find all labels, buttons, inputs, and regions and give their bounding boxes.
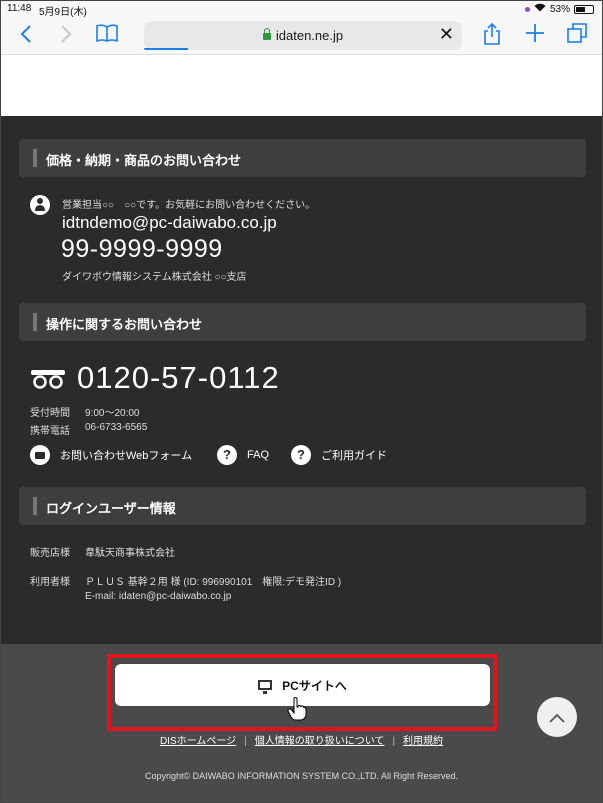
chevron-up-icon — [549, 713, 565, 723]
webform-link[interactable]: お問い合わせWebフォーム — [30, 445, 192, 465]
tabs-icon[interactable] — [564, 23, 590, 49]
close-icon[interactable]: ✕ — [439, 24, 454, 45]
user-email: E-mail: idaten@pc-daiwabo.co.jp — [85, 591, 232, 602]
lock-icon — [262, 28, 271, 40]
forward-icon[interactable] — [53, 23, 79, 49]
sales-phone[interactable]: 99-9999-9999 — [61, 235, 223, 264]
status-right: 53% — [524, 3, 594, 15]
status-bar: 11:48 5月9日(木) 53% — [1, 1, 602, 18]
status-date: 5月9日(木) — [39, 7, 87, 18]
copyright: Copyright© DAIWABO INFORMATION SYSTEM CO… — [144, 771, 459, 781]
footer-separator: | — [392, 736, 396, 747]
section-title: ログインユーザー情報 — [46, 501, 176, 516]
question-icon: ? — [291, 445, 311, 465]
toll-free-number[interactable]: 0120-57-0112 — [77, 360, 280, 396]
hand-cursor-icon — [287, 696, 307, 727]
browser-toolbar: idaten.ne.jp ✕ — [1, 17, 602, 55]
question-icon: ? — [217, 445, 237, 465]
section-heading-login-user: ログインユーザー情報 — [19, 487, 586, 525]
status-time: 11:48 — [7, 3, 32, 14]
sales-email[interactable]: idtndemo@pc-daiwabo.co.jp — [62, 213, 277, 233]
hours-label: 受付時間 — [30, 408, 70, 419]
user-label: 利用者様 — [30, 577, 70, 588]
section-title: 価格・納期・商品のお問い合わせ — [46, 153, 242, 168]
section-heading-price: 価格・納期・商品のお問い合わせ — [19, 139, 586, 177]
back-icon[interactable] — [13, 23, 39, 49]
heading-bar — [33, 313, 37, 331]
freedial-icon — [30, 369, 66, 389]
footer-separator: | — [244, 736, 247, 747]
mobile-label: 携帯電話 — [30, 426, 70, 437]
battery-icon — [574, 4, 594, 14]
guide-label: ご利用ガイド — [321, 450, 387, 462]
mobile-value[interactable]: 06-6733-6565 — [85, 422, 147, 433]
footer-link-terms[interactable]: 利用規約 — [403, 736, 443, 747]
contact-info-area: 価格・納期・商品のお問い合わせ 営業担当○○ ○○です。お気軽にお問い合わせくだ… — [1, 116, 602, 644]
faq-label: FAQ — [247, 449, 270, 461]
sales-note: 営業担当○○ ○○です。お気軽にお問い合わせください。 — [62, 200, 316, 211]
page-top-button[interactable] — [537, 697, 577, 737]
page-top-whitespace — [1, 56, 602, 116]
footer-link-dis-home[interactable]: DISホームページ — [160, 736, 236, 747]
faq-link[interactable]: ? FAQ — [217, 445, 269, 465]
address-url: idaten.ne.jp — [144, 28, 462, 43]
bookmarks-icon[interactable] — [94, 23, 120, 49]
share-icon[interactable] — [479, 22, 505, 49]
footer-links: DISホームページ | 個人情報の取り扱いについて | 利用規約 — [1, 732, 602, 747]
heading-bar — [33, 497, 37, 515]
load-progress-bar — [144, 48, 188, 50]
shop-value: 韋駄天商事株式会社 — [85, 548, 175, 559]
heading-bar — [33, 149, 37, 167]
battery-percent: 53% — [549, 3, 570, 15]
location-icon — [524, 6, 530, 12]
shop-label: 販売店様 — [30, 548, 70, 559]
address-bar[interactable]: idaten.ne.jp ✕ — [144, 21, 462, 50]
person-icon — [30, 195, 50, 215]
guide-link[interactable]: ? ご利用ガイド — [291, 445, 387, 465]
url-text: idaten.ne.jp — [275, 28, 344, 43]
sales-company: ダイワボウ情報システム株式会社 ○○支店 — [62, 272, 247, 283]
user-value: ＰＬＵＳ 基幹２用 様 (ID: 996990101 権限:デモ発注ID ) — [85, 577, 342, 588]
plus-icon[interactable] — [522, 23, 548, 49]
hours-value: 9:00～20:00 — [85, 408, 140, 419]
mail-icon — [30, 445, 50, 465]
footer-link-privacy[interactable]: 個人情報の取り扱いについて — [255, 736, 385, 747]
footer: PCサイトへ DISホームページ | 個人情報の取り扱いについて | 利用規約 Copy… — [1, 644, 602, 802]
webform-label: お問い合わせWebフォーム — [60, 450, 193, 462]
section-heading-operation: 操作に関するお問い合わせ — [19, 303, 586, 341]
wifi-icon — [534, 3, 546, 15]
section-title: 操作に関するお問い合わせ — [46, 317, 203, 332]
screen: 11:48 5月9日(木) 53% idaten.ne.jp ✕ 価格・納期・商… — [0, 0, 603, 803]
